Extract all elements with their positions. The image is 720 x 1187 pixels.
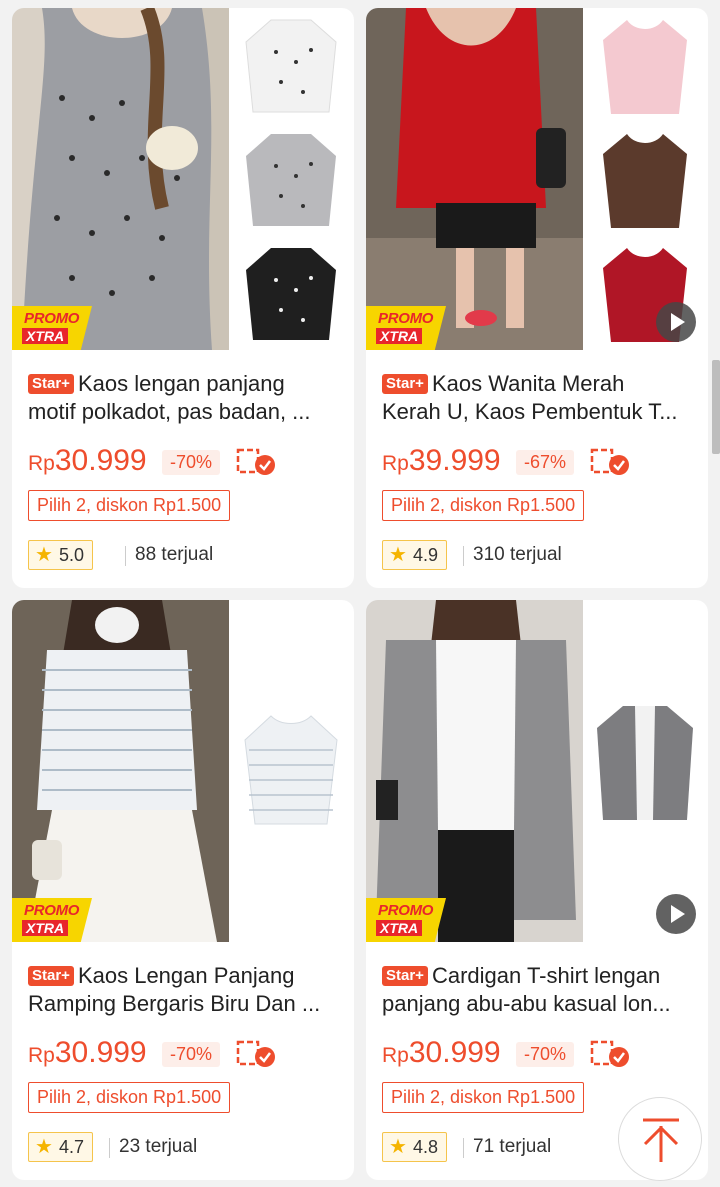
product-variants xyxy=(583,8,708,350)
star-plus-badge: Star+ xyxy=(28,966,74,986)
rating-badge: ★ 5.0 xyxy=(28,540,93,570)
bundle-discount-tag: Pilih 2, diskon Rp1.500 xyxy=(28,490,231,521)
rating-row: ★ 4.9 310 terjual xyxy=(382,540,702,572)
price-row: Rp30.999 -70% xyxy=(28,1036,348,1072)
product-title[interactable]: Star+ Kaos Wanita Merah Kerah U, Kaos Pem… xyxy=(382,370,698,426)
rating-badge: ★ 4.7 xyxy=(28,1132,93,1162)
product-price: Rp30.999 xyxy=(28,1036,147,1069)
price-row: Rp30.999 -70% xyxy=(28,444,348,480)
sold-count: 23 terjual xyxy=(119,1136,198,1157)
promo-xtra-badge: PROMO XTRA xyxy=(366,898,446,942)
product-variants xyxy=(229,600,354,942)
scrollbar[interactable] xyxy=(712,360,720,454)
divider xyxy=(463,1138,464,1158)
arrow-up-icon xyxy=(643,1118,679,1162)
product-card[interactable]: PROMO XTRA Star+ Cardigan T-shirt lengan … xyxy=(366,600,708,1180)
variant-thumb xyxy=(603,134,687,228)
cod-shipping-icon xyxy=(590,1040,629,1067)
product-photo xyxy=(12,600,229,942)
star-plus-badge: Star+ xyxy=(28,374,74,394)
cod-shipping-icon xyxy=(590,448,629,475)
sold-count: 310 terjual xyxy=(473,544,562,565)
product-grid: PROMO XTRA Star+ Kaos lengan panjang moti… xyxy=(0,0,720,1181)
discount-badge: -70% xyxy=(162,1042,221,1067)
product-photo xyxy=(12,8,229,350)
play-video-icon[interactable] xyxy=(656,302,696,342)
variant-thumb xyxy=(603,20,687,114)
cod-shipping-icon xyxy=(236,1040,275,1067)
rating-row: ★ 5.0 88 terjual xyxy=(28,540,348,572)
promo-xtra-badge: PROMO XTRA xyxy=(12,898,92,942)
variant-thumb xyxy=(244,715,338,825)
star-plus-badge: Star+ xyxy=(382,966,428,986)
variant-thumb xyxy=(246,248,336,340)
bundle-discount-tag: Pilih 2, diskon Rp1.500 xyxy=(382,1082,585,1113)
rating-badge: ★ 4.9 xyxy=(382,540,447,570)
price-row: Rp39.999 -67% xyxy=(382,444,702,480)
product-variants xyxy=(583,600,708,942)
variant-thumb xyxy=(245,19,337,113)
discount-badge: -70% xyxy=(162,450,221,475)
play-video-icon[interactable] xyxy=(656,894,696,934)
bundle-discount-tag: Pilih 2, diskon Rp1.500 xyxy=(382,490,585,521)
promo-xtra-badge: PROMO XTRA xyxy=(366,306,446,350)
star-icon: ★ xyxy=(35,544,53,566)
discount-badge: -70% xyxy=(516,1042,575,1067)
product-card[interactable]: PROMO XTRA Star+ Kaos Lengan Panjang Ramp… xyxy=(12,600,354,1180)
product-title[interactable]: Star+ Kaos lengan panjang motif polkadot,… xyxy=(28,370,344,426)
cod-shipping-icon xyxy=(236,448,275,475)
star-plus-badge: Star+ xyxy=(382,374,428,394)
bundle-discount-tag: Pilih 2, diskon Rp1.500 xyxy=(28,1082,231,1113)
star-icon: ★ xyxy=(389,544,407,566)
product-card[interactable]: PROMO XTRA Star+ Kaos lengan panjang moti… xyxy=(12,8,354,588)
divider xyxy=(109,1138,110,1158)
product-title[interactable]: Star+ Kaos Lengan Panjang Ramping Bergari… xyxy=(28,962,344,1018)
sold-count: 71 terjual xyxy=(473,1136,552,1157)
rating-row: ★ 4.7 23 terjual xyxy=(28,1132,348,1164)
rating-badge: ★ 4.8 xyxy=(382,1132,447,1162)
divider xyxy=(463,546,464,566)
promo-xtra-badge: PROMO XTRA xyxy=(12,306,92,350)
product-variants xyxy=(229,8,354,350)
product-image[interactable]: PROMO XTRA xyxy=(366,600,708,942)
product-price: Rp30.999 xyxy=(28,444,147,477)
product-price: Rp39.999 xyxy=(382,444,501,477)
star-icon: ★ xyxy=(389,1136,407,1158)
divider xyxy=(125,546,126,566)
variant-thumb xyxy=(597,706,693,820)
product-price: Rp30.999 xyxy=(382,1036,501,1069)
product-photo xyxy=(366,600,583,942)
star-icon: ★ xyxy=(35,1136,53,1158)
product-image[interactable]: PROMO XTRA xyxy=(12,8,354,350)
product-image[interactable]: PROMO XTRA xyxy=(366,8,708,350)
price-row: Rp30.999 -70% xyxy=(382,1036,702,1072)
product-title[interactable]: Star+ Cardigan T-shirt lengan panjang abu… xyxy=(382,962,698,1018)
sold-count: 88 terjual xyxy=(135,544,214,565)
product-photo xyxy=(366,8,583,350)
back-to-top-button[interactable] xyxy=(618,1097,702,1181)
product-card[interactable]: PROMO XTRA Star+ Kaos Wanita Merah Kerah … xyxy=(366,8,708,588)
variant-thumb xyxy=(246,134,336,226)
discount-badge: -67% xyxy=(516,450,575,475)
product-image[interactable]: PROMO XTRA xyxy=(12,600,354,942)
